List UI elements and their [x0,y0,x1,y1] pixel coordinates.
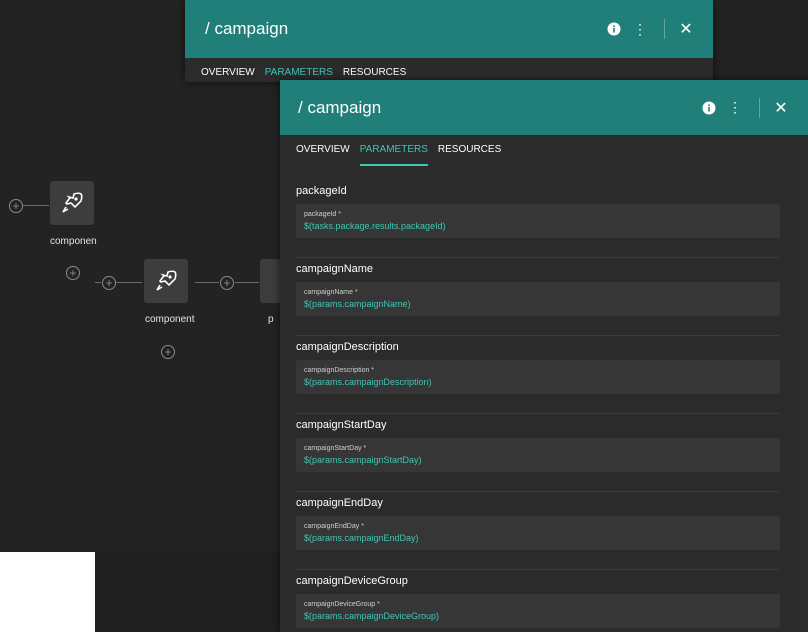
param-field-value: $(tasks.package.results.packageId) [304,221,446,231]
param-input[interactable]: campaignStartDay * $(params.campaignStar… [296,438,780,472]
close-icon[interactable]: ✕ [770,98,792,118]
panel-title: / campaign [298,97,382,117]
tab-parameters[interactable]: PARAMETERS [359,144,428,166]
panel-header: / campaign ⋮ ✕ [185,0,713,58]
more-vert-icon[interactable]: ⋮ [626,21,654,38]
param-input[interactable]: packageId * $(tasks.package.results.pack… [296,204,780,238]
back-task-panel: / campaign ⋮ ✕ OVERVIEW PARAMETERS RESOU… [185,0,713,82]
param-name: campaignStartDay [296,419,387,431]
param-name: campaignDescription [296,341,399,353]
header-divider [759,97,760,118]
section-divider [296,257,780,258]
param-name: packageId [296,185,347,197]
node-label: componen [50,236,97,247]
connector-line [195,282,219,283]
panel-tabs: OVERVIEW PARAMETERS RESOURCES [280,135,808,166]
connector-line [95,282,101,283]
add-node-button[interactable]: + [102,276,116,290]
node-label: p [268,314,274,325]
param-field-label: campaignDeviceGroup * [304,601,380,608]
tab-resources[interactable]: RESOURCES [438,144,501,166]
param-input[interactable]: campaignDescription * $(params.campaignD… [296,360,780,394]
param-input[interactable]: campaignDeviceGroup * $(params.campaignD… [296,594,780,628]
add-node-button[interactable]: + [220,276,234,290]
tab-overview[interactable]: OVERVIEW [296,144,350,166]
info-icon[interactable] [602,22,626,36]
param-field-label: campaignDescription * [304,367,375,374]
component-node-1[interactable] [50,181,94,225]
component-node-2[interactable] [144,259,188,303]
add-node-button[interactable]: + [66,266,80,280]
section-divider [296,335,780,336]
panel-title: / campaign [205,19,289,38]
connector-line [235,282,259,283]
panel-header: / campaign ⋮ ✕ [280,80,808,135]
connector-line [116,282,142,283]
more-vert-icon[interactable]: ⋮ [721,99,749,116]
rocket-icon [62,192,83,213]
section-divider [296,413,780,414]
param-field-label: campaignName * [304,289,358,296]
connector-line [23,205,49,206]
header-divider [664,19,665,39]
param-field-label: packageId * [304,211,341,218]
param-field-label: campaignEndDay * [304,523,364,530]
close-icon[interactable]: ✕ [675,19,697,39]
rocket-icon [156,270,177,291]
param-field-value: $(params.campaignStartDay) [304,455,422,465]
component-node-3[interactable] [260,259,280,303]
param-name: campaignName [296,263,374,275]
task-detail-panel: / campaign ⋮ ✕ OVERVIEW PARAMETERS RESOU… [280,80,808,632]
node-label: component [145,314,195,325]
info-icon[interactable] [697,101,721,115]
param-input[interactable]: campaignName * $(params.campaignName) [296,282,780,316]
param-field-value: $(params.campaignDeviceGroup) [304,611,440,621]
param-input[interactable]: campaignEndDay * $(params.campaignEndDay… [296,516,780,550]
section-divider [296,491,780,492]
add-node-button[interactable]: + [9,199,23,213]
param-field-label: campaignStartDay * [304,445,367,452]
param-name: campaignEndDay [296,497,383,509]
section-divider [296,569,780,570]
param-name: campaignDeviceGroup [296,575,408,587]
tab-overview[interactable]: OVERVIEW [201,67,255,87]
param-field-value: $(params.campaignEndDay) [304,533,419,543]
param-field-value: $(params.campaignDescription) [304,377,432,387]
param-field-value: $(params.campaignName) [304,299,411,309]
add-node-button[interactable]: + [161,345,175,359]
